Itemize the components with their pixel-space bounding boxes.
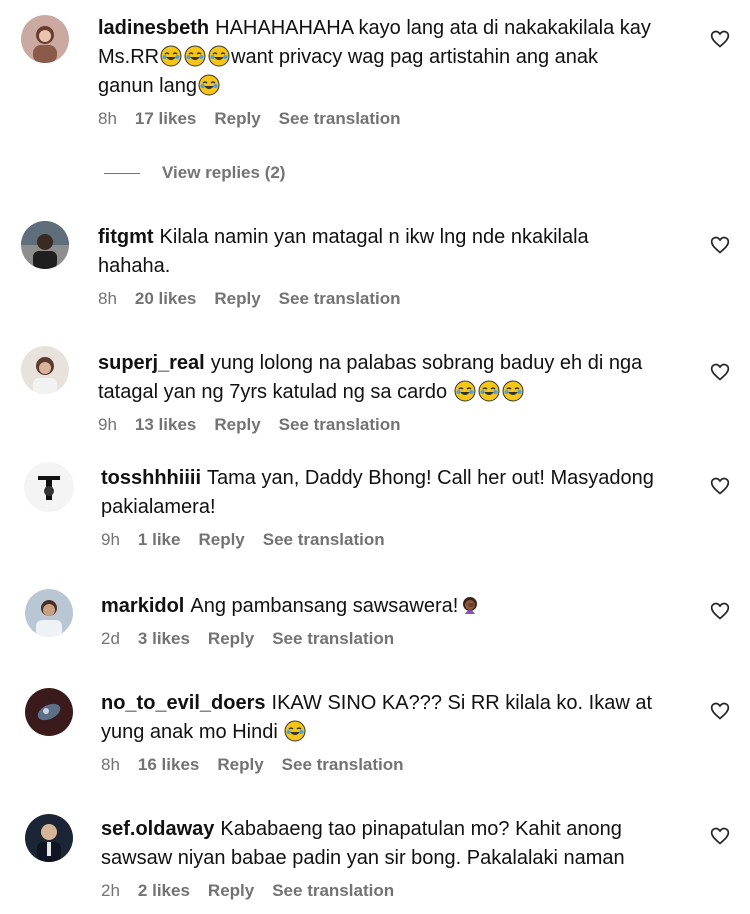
- comment-username[interactable]: ladinesbeth: [98, 17, 209, 39]
- heart-icon[interactable]: [710, 826, 730, 846]
- comment-text: sef.oldaway Kababaeng tao pinapatulan mo?…: [101, 815, 661, 873]
- comment-username[interactable]: no_to_evil_doers: [101, 692, 266, 714]
- comment-body: markidol Ang pambansang sawsawera! 2d 3 l…: [101, 592, 661, 649]
- reply-button[interactable]: Reply: [198, 530, 244, 550]
- reply-button[interactable]: Reply: [214, 415, 260, 435]
- laugh-emoji-icon: [198, 74, 220, 96]
- see-translation-button[interactable]: See translation: [282, 755, 404, 775]
- comment-username[interactable]: tosshhhiiii: [101, 467, 201, 489]
- avatar[interactable]: [25, 589, 73, 637]
- avatar[interactable]: [25, 688, 73, 736]
- see-translation-button[interactable]: See translation: [272, 629, 394, 649]
- reply-button[interactable]: Reply: [214, 109, 260, 129]
- comment-meta: 2h 2 likes Reply See translation: [101, 881, 661, 901]
- comment-time: 2d: [101, 629, 120, 648]
- comment-meta: 2d 3 likes Reply See translation: [101, 629, 661, 649]
- reply-button[interactable]: Reply: [217, 755, 263, 775]
- comment-body: fitgmt Kilala namin yan matagal n ikw lng…: [98, 223, 658, 309]
- view-replies-label: View replies (2): [162, 163, 286, 182]
- laugh-emoji-icon: [208, 45, 230, 67]
- avatar[interactable]: [21, 221, 69, 269]
- laugh-emoji-icon: [284, 720, 306, 742]
- laugh-emoji-icon: [454, 380, 476, 402]
- comment-meta: 9h 1 like Reply See translation: [101, 530, 661, 550]
- woman-facepalming-icon: [459, 594, 481, 616]
- heart-icon[interactable]: [710, 701, 730, 721]
- view-replies-button[interactable]: View replies (2): [104, 163, 285, 183]
- likes-count[interactable]: 3 likes: [138, 629, 190, 649]
- reply-button[interactable]: Reply: [208, 881, 254, 901]
- laugh-emoji-icon: [478, 380, 500, 402]
- comment-body: superj_real yung lolong na palabas sobran…: [98, 349, 658, 435]
- comment-meta: 8h 16 likes Reply See translation: [101, 755, 661, 775]
- comment-time: 2h: [101, 881, 120, 900]
- avatar[interactable]: [25, 814, 73, 862]
- likes-count[interactable]: 13 likes: [135, 415, 196, 435]
- comment-time: 9h: [101, 530, 120, 549]
- comment-body: ladinesbeth HAHAHAHAHA kayo lang ata di n…: [98, 14, 658, 129]
- comment-text: superj_real yung lolong na palabas sobran…: [98, 349, 658, 407]
- comment-text-content: Ang pambansang sawsawera!: [190, 595, 459, 617]
- comment-body: tosshhhiiii Tama yan, Daddy Bhong! Call h…: [101, 464, 661, 550]
- avatar[interactable]: [21, 346, 69, 394]
- reply-button[interactable]: Reply: [208, 629, 254, 649]
- see-translation-button[interactable]: See translation: [263, 530, 385, 550]
- comment-meta: 9h 13 likes Reply See translation: [98, 415, 658, 435]
- comment-text-content: Kilala namin yan matagal n ikw lng nde n…: [98, 226, 589, 277]
- laugh-emoji-icon: [160, 45, 182, 67]
- heart-icon[interactable]: [710, 362, 730, 382]
- comment-username[interactable]: fitgmt: [98, 226, 154, 248]
- avatar[interactable]: [24, 462, 74, 512]
- comment-username[interactable]: markidol: [101, 595, 184, 617]
- avatar[interactable]: [21, 15, 69, 63]
- likes-count[interactable]: 20 likes: [135, 289, 196, 309]
- comment-text: no_to_evil_doers IKAW SINO KA??? Si RR ki…: [101, 689, 661, 747]
- comment-text: ladinesbeth HAHAHAHAHA kayo lang ata di n…: [98, 14, 658, 101]
- divider-line: [104, 172, 140, 174]
- comment-body: no_to_evil_doers IKAW SINO KA??? Si RR ki…: [101, 689, 661, 775]
- reply-button[interactable]: Reply: [214, 289, 260, 309]
- likes-count[interactable]: 1 like: [138, 530, 181, 550]
- comment-time: 9h: [98, 415, 117, 434]
- comment-meta: 8h 17 likes Reply See translation: [98, 109, 658, 129]
- see-translation-button[interactable]: See translation: [279, 289, 401, 309]
- heart-icon[interactable]: [710, 601, 730, 621]
- see-translation-button[interactable]: See translation: [279, 109, 401, 129]
- comment-time: 8h: [101, 755, 120, 774]
- likes-count[interactable]: 2 likes: [138, 881, 190, 901]
- see-translation-button[interactable]: See translation: [272, 881, 394, 901]
- likes-count[interactable]: 16 likes: [138, 755, 199, 775]
- heart-icon[interactable]: [710, 29, 730, 49]
- laugh-emoji-icon: [184, 45, 206, 67]
- comment-meta: 8h 20 likes Reply See translation: [98, 289, 658, 309]
- comment-text: tosshhhiiii Tama yan, Daddy Bhong! Call h…: [101, 464, 661, 522]
- heart-icon[interactable]: [710, 476, 730, 496]
- comment-username[interactable]: sef.oldaway: [101, 818, 214, 840]
- likes-count[interactable]: 17 likes: [135, 109, 196, 129]
- comment-time: 8h: [98, 109, 117, 128]
- laugh-emoji-icon: [502, 380, 524, 402]
- comment-text: fitgmt Kilala namin yan matagal n ikw lng…: [98, 223, 658, 281]
- see-translation-button[interactable]: See translation: [279, 415, 401, 435]
- comment-text: markidol Ang pambansang sawsawera!: [101, 592, 661, 621]
- heart-icon[interactable]: [710, 235, 730, 255]
- comment-body: sef.oldaway Kababaeng tao pinapatulan mo?…: [101, 815, 661, 901]
- comment-username[interactable]: superj_real: [98, 352, 205, 374]
- comment-time: 8h: [98, 289, 117, 308]
